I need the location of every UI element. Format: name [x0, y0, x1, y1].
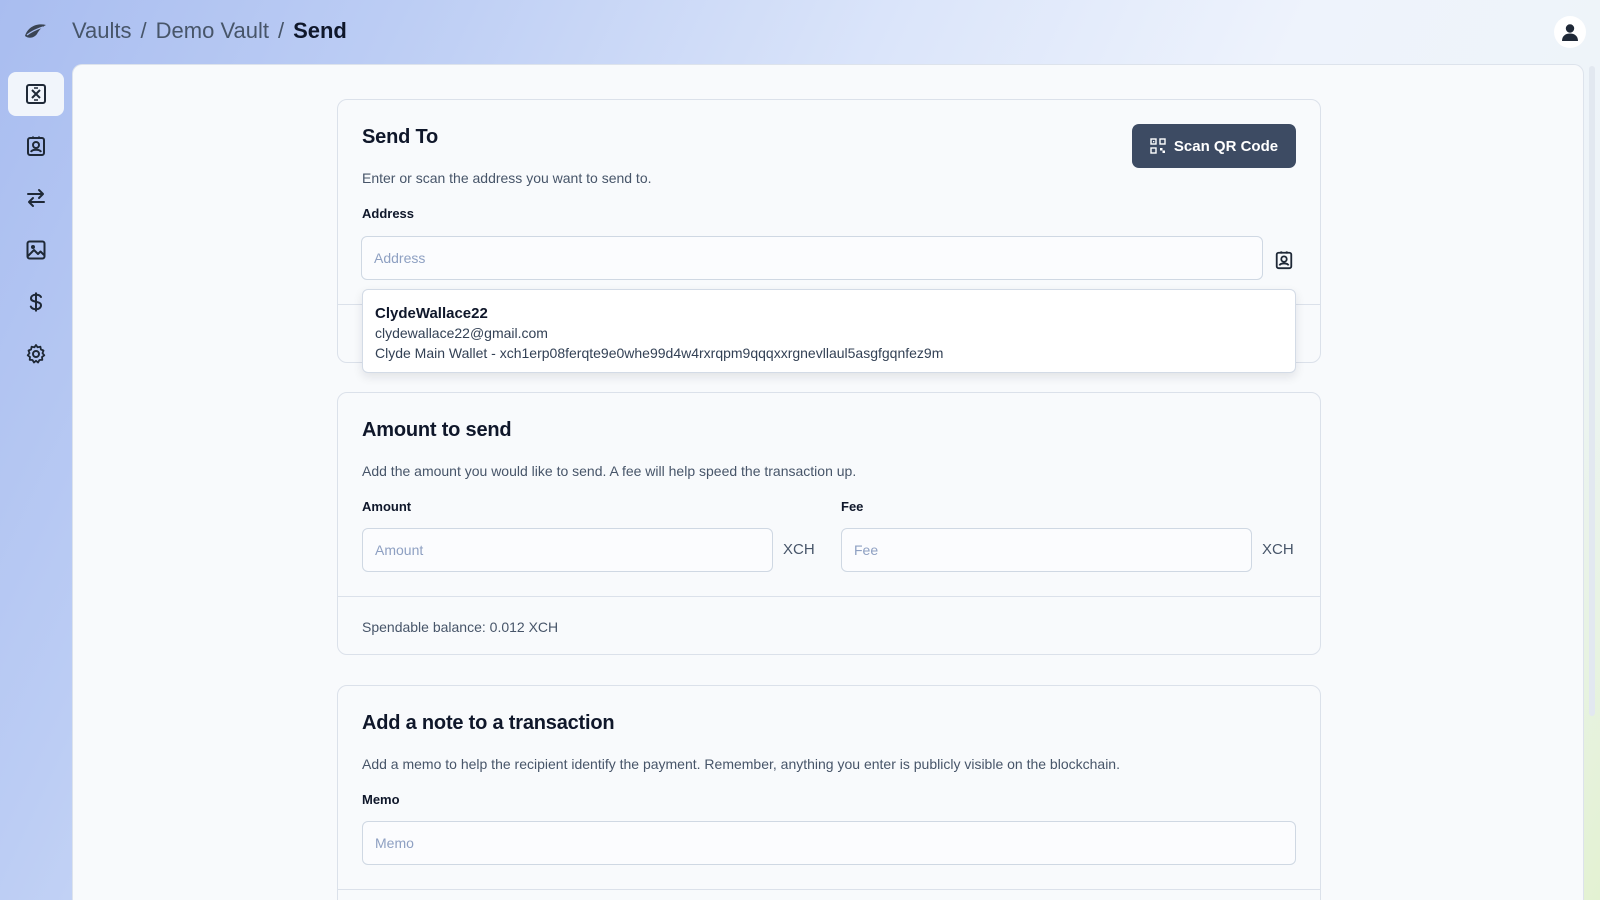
amount-unit: XCH — [783, 541, 815, 558]
top-bar: Vaults / Demo Vault / Send — [0, 0, 1600, 64]
suggestion-contact-email: clydewallace22@gmail.com — [375, 325, 548, 341]
memo-title: Add a note to a transaction — [362, 712, 615, 734]
sidebar-item-settings[interactable] — [8, 332, 64, 376]
sidebar — [8, 72, 64, 384]
qr-code-icon — [1150, 138, 1166, 154]
scan-qr-code-button[interactable]: Scan QR Code — [1132, 124, 1296, 168]
suggestion-contact-name: ClydeWallace22 — [375, 305, 488, 322]
contacts-icon — [1275, 251, 1293, 270]
send-to-description: Enter or scan the address you want to se… — [362, 170, 652, 186]
amount-title: Amount to send — [362, 419, 512, 441]
scrollbar[interactable] — [1589, 66, 1595, 716]
address-input[interactable] — [361, 236, 1263, 280]
fee-input[interactable] — [841, 528, 1252, 572]
card-divider — [338, 596, 1320, 597]
breadcrumb-current: Send — [293, 18, 347, 43]
amount-description: Add the amount you would like to send. A… — [362, 463, 857, 479]
gear-icon — [26, 344, 46, 364]
scan-qr-code-label: Scan QR Code — [1173, 137, 1279, 155]
card-divider — [338, 889, 1320, 890]
dollar-icon — [29, 292, 43, 312]
fee-label: Fee — [841, 499, 864, 514]
breadcrumb-demo-vault[interactable]: Demo Vault — [156, 18, 269, 44]
fee-unit: XCH — [1262, 541, 1294, 558]
address-label: Address — [362, 206, 415, 221]
breadcrumb-separator: / — [140, 18, 147, 43]
spendable-balance: Spendable balance: 0.012 XCH — [362, 619, 559, 635]
sidebar-item-nfts[interactable] — [8, 228, 64, 272]
sidebar-item-tokens[interactable] — [8, 280, 64, 324]
sidebar-item-contacts[interactable] — [8, 124, 64, 168]
contacts-icon — [27, 136, 45, 156]
sidebar-item-transactions[interactable] — [8, 176, 64, 220]
send-to-title: Send To — [362, 126, 439, 148]
main-panel: Send To Enter or scan the address you wa… — [72, 64, 1584, 900]
breadcrumb-vaults[interactable]: Vaults — [72, 18, 132, 44]
amount-input[interactable] — [362, 528, 773, 572]
chia-icon — [26, 84, 46, 104]
breadcrumb-separator: / — [277, 18, 285, 43]
memo-input[interactable] — [362, 821, 1296, 865]
user-icon — [1562, 24, 1578, 41]
memo-label: Memo — [362, 792, 400, 807]
memo-card: Add a note to a transaction Add a memo t… — [337, 685, 1321, 900]
user-avatar-button[interactable] — [1554, 16, 1586, 48]
select-contact-button[interactable] — [1272, 248, 1296, 272]
sidebar-item-wallet[interactable] — [8, 72, 64, 116]
memo-description: Add a memo to help the recipient identif… — [362, 756, 1120, 772]
amount-card: Amount to send Add the amount you would … — [337, 392, 1321, 655]
image-icon — [26, 240, 46, 260]
amount-label: Amount — [362, 499, 412, 514]
breadcrumb: Vaults / Demo Vault / Send — [72, 18, 347, 44]
contact-suggestion-dropdown[interactable]: ClydeWallace22 clydewallace22@gmail.com … — [362, 289, 1296, 373]
suggestion-contact-wallet: Clyde Main Wallet - xch1erp08ferqte9e0wh… — [375, 345, 944, 361]
app-logo-icon[interactable] — [22, 20, 48, 42]
transfer-arrows-icon — [27, 189, 45, 207]
